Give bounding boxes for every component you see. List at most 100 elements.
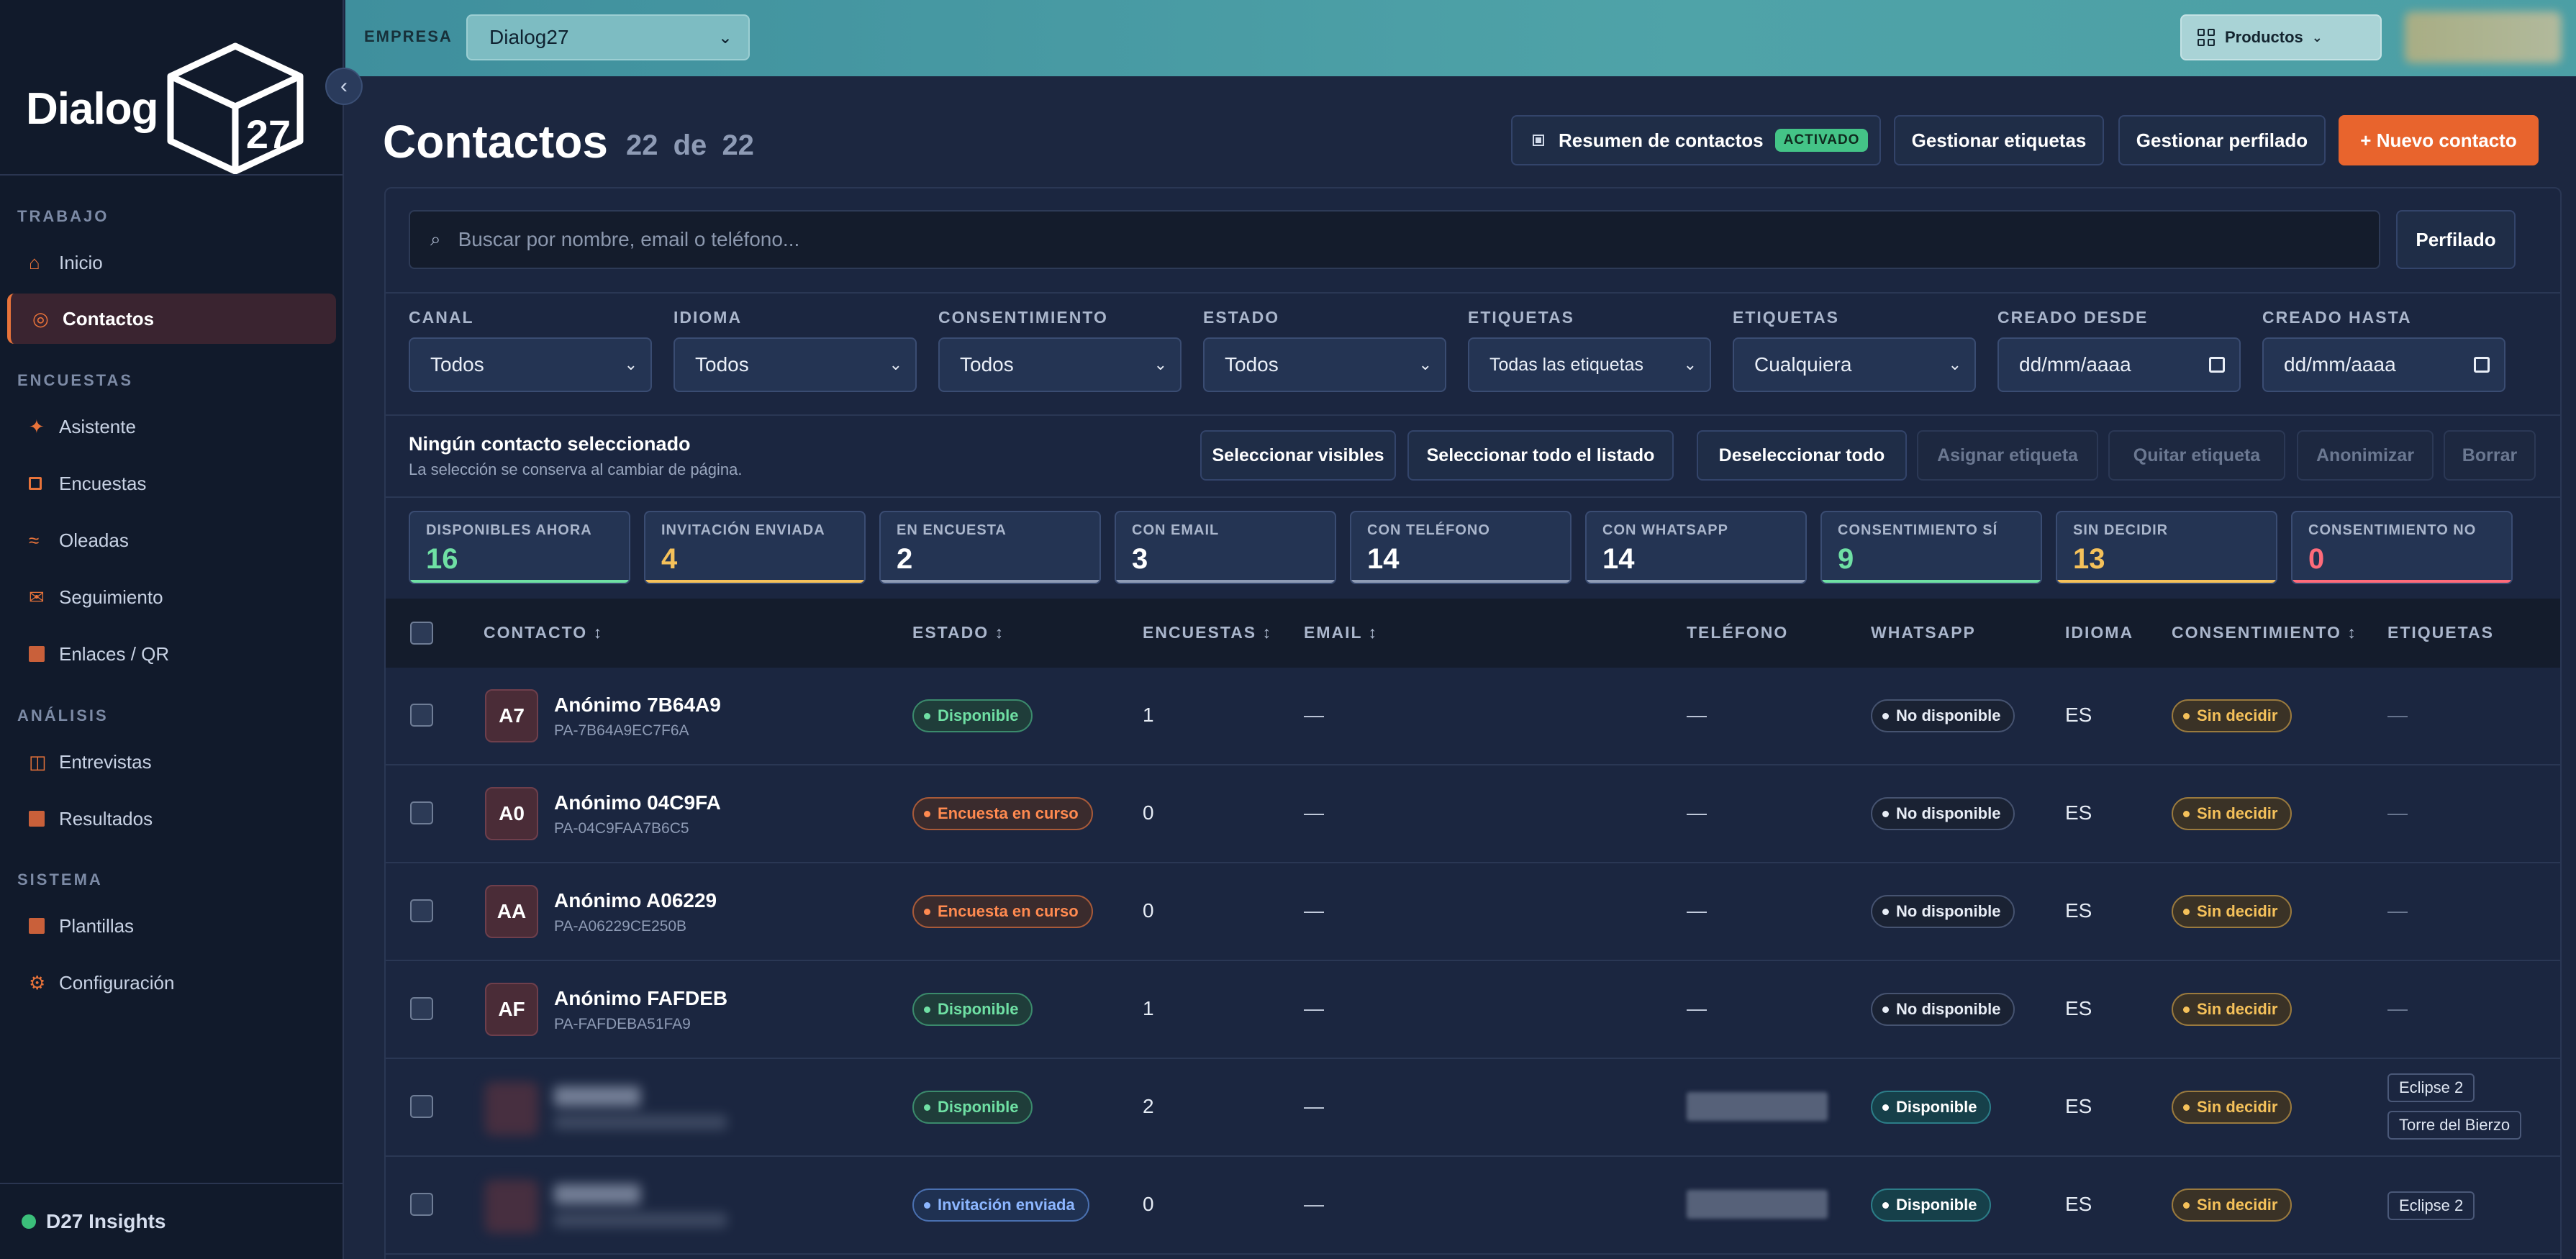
table-row[interactable]: Disponible 2 — Disponible ES Sin decidir Eclip… <box>386 1059 2560 1157</box>
status-dot-icon <box>1882 712 1889 719</box>
tag-chip[interactable]: Eclipse 2 <box>2387 1191 2475 1220</box>
encuestas-count: 0 <box>1143 1193 1154 1215</box>
stat-accent-bar <box>881 580 1099 583</box>
asignar-etiqueta-button[interactable]: Asignar etiqueta <box>1917 430 2098 481</box>
sidebar-item-label: Entrevistas <box>59 750 152 773</box>
col-contacto-header[interactable]: CONTACTO ↕ <box>484 623 603 642</box>
quitar-etiqueta-button[interactable]: Quitar etiqueta <box>2108 430 2285 481</box>
row-checkbox[interactable] <box>410 899 433 922</box>
status-dot-icon <box>2183 908 2190 915</box>
row-checkbox[interactable] <box>410 997 433 1020</box>
filter-3: ESTADO Todos ⌄ <box>1203 308 1446 392</box>
contact-name[interactable]: Anónimo FAFDEB <box>554 987 727 1010</box>
row-checkbox[interactable] <box>410 801 433 824</box>
avatar: AF <box>485 983 538 1036</box>
sidebar-item-configuracion[interactable]: ⚙ Configuración <box>7 958 336 1008</box>
borrar-button[interactable]: Borrar <box>2444 430 2536 481</box>
gestionar-etiquetas-button[interactable]: Gestionar etiquetas <box>1894 115 2104 165</box>
status-label: Disponible <box>938 1000 1019 1018</box>
email-value: — <box>1304 899 1324 922</box>
date-input[interactable]: dd/mm/aaaa <box>2262 337 2505 392</box>
perfilado-button[interactable]: Perfilado <box>2396 210 2516 269</box>
sidebar-item-enlaces-qr[interactable]: Enlaces / QR <box>7 629 336 679</box>
consentimiento-label: Sin decidir <box>2197 804 2278 822</box>
user-menu[interactable] <box>2405 12 2562 63</box>
app-logo[interactable]: Dialog 27 <box>26 40 307 177</box>
contact-name[interactable]: Anónimo 7B64A9 <box>554 694 721 717</box>
sidebar-item-plantillas[interactable]: Plantillas <box>7 901 336 951</box>
sidebar-item-seguimiento[interactable]: ✉ Seguimiento <box>7 572 336 622</box>
consentimiento-badge: Sin decidir <box>2172 1188 2292 1222</box>
filter-select[interactable]: Todos ⌄ <box>409 337 652 392</box>
col-estado-header[interactable]: ESTADO ↕ <box>912 623 1004 642</box>
empresa-select[interactable]: Dialog27 ⌄ <box>466 14 750 60</box>
status-dot-icon <box>2183 712 2190 719</box>
contacts-panel: ⌕ Buscar por nombre, email o teléfono...… <box>384 187 2562 1259</box>
seleccionar-visibles-button[interactable]: Seleccionar visibles <box>1200 430 1396 481</box>
avatar <box>485 1082 538 1135</box>
deseleccionar-todo-button[interactable]: Deseleccionar todo <box>1697 430 1907 481</box>
chevron-down-icon: ⌄ <box>1948 355 1962 373</box>
filter-select[interactable]: Todos ⌄ <box>674 337 917 392</box>
footer-brand[interactable]: D27 Insights <box>22 1210 165 1233</box>
sidebar-item-resultados[interactable]: Resultados <box>7 794 336 844</box>
consentimiento-label: Sin decidir <box>2197 1000 2278 1018</box>
sidebar-item-entrevistas[interactable]: ◫ Entrevistas <box>7 737 336 787</box>
col-encuestas-header[interactable]: ENCUESTAS ↕ <box>1143 623 1272 642</box>
seleccionar-todo-button[interactable]: Seleccionar todo el listado <box>1407 430 1674 481</box>
resumen-contactos-toggle[interactable]: Resumen de contactos ACTIVADO <box>1511 115 1881 165</box>
filter-6: CREADO DESDE dd/mm/aaaa <box>1997 308 2241 392</box>
encuestas-count: 1 <box>1143 704 1154 726</box>
logo-wordmark: Dialog <box>26 83 158 134</box>
tag-chip[interactable]: Torre del Bierzo <box>2387 1111 2522 1140</box>
search-icon: ⌕ <box>430 228 441 250</box>
col-email-header[interactable]: EMAIL ↕ <box>1304 623 1378 642</box>
table-row[interactable]: AF Anónimo FAFDEB PA-FAFDEBA51FA9 Disponibl… <box>386 961 2560 1059</box>
table-row[interactable]: AA Anónimo A06229 PA-A06229CE250B Encuesta … <box>386 863 2560 961</box>
filter-select[interactable]: Todos ⌄ <box>938 337 1182 392</box>
col-whatsapp-header: WHATSAPP <box>1871 623 1976 642</box>
idioma-value: ES <box>2065 704 2092 726</box>
idioma-value: ES <box>2065 801 2092 824</box>
productos-button[interactable]: Productos ⌄ <box>2180 14 2382 60</box>
col-consentimiento-header[interactable]: CONSENTIMIENTO ↕ <box>2172 623 2357 642</box>
contact-name[interactable]: Anónimo 04C9FA <box>554 791 721 814</box>
row-checkbox[interactable] <box>410 1193 433 1216</box>
chevron-down-icon: ⌄ <box>2311 29 2323 45</box>
filter-select[interactable]: Cualquiera ⌄ <box>1733 337 1976 392</box>
table-row[interactable]: A0 Anónimo 04C9FA PA-04C9FAA7B6C5 Encuesta … <box>386 765 2560 863</box>
row-checkbox[interactable] <box>410 704 433 727</box>
table-row[interactable]: Invitación enviada 0 — Disponible ES Sin deci… <box>386 1157 2560 1255</box>
etiquetas-empty: — <box>2387 997 2408 1019</box>
sidebar-item-contactos[interactable]: ◎ Contactos <box>7 294 336 344</box>
stat-label: CON WHATSAPP <box>1602 522 1728 538</box>
table-row[interactable]: A7 Anónimo 7B64A9 PA-7B64A9EC7F6A Disponibl… <box>386 668 2560 765</box>
divider <box>386 414 2560 416</box>
nav-section-encuestas: ENCUESTAS <box>17 371 134 389</box>
search-input[interactable]: ⌕ Buscar por nombre, email o teléfono... <box>409 210 2380 269</box>
filter-select[interactable]: Todas las etiquetas ⌄ <box>1468 337 1711 392</box>
sidebar-item-inicio[interactable]: ⌂ Inicio <box>7 237 336 288</box>
sidebar-item-asistente[interactable]: ✦ Asistente <box>7 401 336 452</box>
nuevo-contacto-button[interactable]: + Nuevo contacto <box>2339 115 2539 165</box>
sidebar-item-oleadas[interactable]: ≈ Oleadas <box>7 515 336 565</box>
date-input[interactable]: dd/mm/aaaa <box>1997 337 2241 392</box>
sidebar-item-label: Oleadas <box>59 529 129 551</box>
select-all-checkbox[interactable] <box>410 622 433 645</box>
consentimiento-badge: Sin decidir <box>2172 993 2292 1026</box>
chevron-left-icon: ‹ <box>340 74 348 98</box>
empresa-label: EMPRESA <box>364 27 453 45</box>
filter-select[interactable]: Todos ⌄ <box>1203 337 1446 392</box>
col-idioma-header: IDIOMA <box>2065 623 2134 642</box>
stat-accent-bar <box>645 580 864 583</box>
anonimizar-button[interactable]: Anonimizar <box>2297 430 2434 481</box>
collapse-sidebar-button[interactable]: ‹ <box>325 68 363 105</box>
row-checkbox[interactable] <box>410 1095 433 1118</box>
stat-card: CON TELÉFONO 14 <box>1350 511 1572 584</box>
stat-value: 14 <box>1602 543 1635 575</box>
tag-chip[interactable]: Eclipse 2 <box>2387 1073 2475 1102</box>
gestionar-perfilado-button[interactable]: Gestionar perfilado <box>2118 115 2326 165</box>
chevron-down-icon: ⌄ <box>1418 355 1432 373</box>
contact-name[interactable]: Anónimo A06229 <box>554 889 717 912</box>
sidebar-item-encuestas[interactable]: Encuestas <box>7 458 336 509</box>
